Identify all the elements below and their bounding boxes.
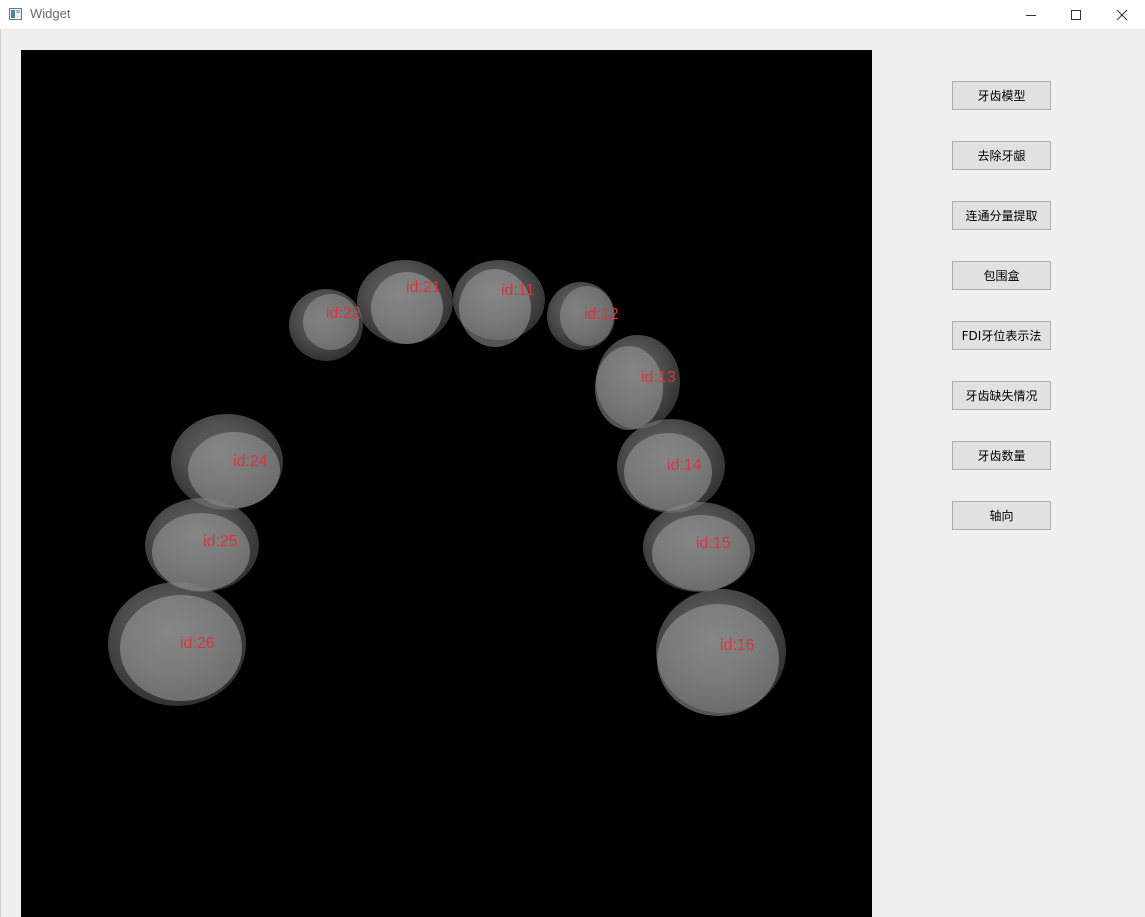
bounding-box-button[interactable]: 包围盒 <box>952 261 1051 290</box>
remove-gingiva-button[interactable]: 去除牙龈 <box>952 141 1051 170</box>
close-button[interactable] <box>1099 0 1145 30</box>
tooth-label: id:12 <box>584 306 619 323</box>
tooth-label: id:13 <box>641 369 676 386</box>
tooth-25: id:25 <box>145 498 259 592</box>
tooth-11: id:11 <box>453 260 545 347</box>
app-window-icon <box>9 8 22 20</box>
tooth-16: id:16 <box>656 589 786 716</box>
tooth-label: id:22 <box>326 305 361 322</box>
tooth-label: id:14 <box>667 457 702 474</box>
tooth-label: id:26 <box>180 635 215 652</box>
tooth-26: id:26 <box>108 582 246 706</box>
render-viewport[interactable]: id:22 id:21 id:11 id:12 id:13 id:24 id:1… <box>21 50 872 917</box>
maximize-button[interactable] <box>1053 0 1099 30</box>
tooth-label: id:25 <box>203 533 238 550</box>
close-icon <box>1116 9 1128 21</box>
axis-direction-button[interactable]: 轴向 <box>952 501 1051 530</box>
tooth-label: id:21 <box>406 279 441 296</box>
window-title: Widget <box>30 6 71 21</box>
tooth-12: id:12 <box>547 282 619 350</box>
tooth-22: id:22 <box>289 289 363 361</box>
tooth-label: id:11 <box>501 282 535 299</box>
tooth-label: id:16 <box>720 637 755 654</box>
connected-components-button[interactable]: 连通分量提取 <box>952 201 1051 230</box>
minimize-button[interactable] <box>1008 0 1054 30</box>
tooth-model-button[interactable]: 牙齿模型 <box>952 81 1051 110</box>
fdi-notation-button[interactable]: FDI牙位表示法 <box>952 321 1051 350</box>
maximize-icon <box>1071 10 1081 20</box>
dental-arch-render: id:22 id:21 id:11 id:12 id:13 id:24 id:1… <box>108 260 786 716</box>
tooth-label: id:24 <box>233 453 268 470</box>
tooth-21: id:21 <box>357 260 453 344</box>
tooth-24: id:24 <box>171 414 283 510</box>
tooth-14: id:14 <box>617 419 725 513</box>
title-bar: Widget <box>0 0 1145 30</box>
tooth-15: id:15 <box>643 502 755 592</box>
window-left-edge <box>0 30 1 917</box>
tooth-label: id:15 <box>696 535 731 552</box>
minimize-icon <box>1026 15 1036 16</box>
tooth-count-button[interactable]: 牙齿数量 <box>952 441 1051 470</box>
tooth-13: id:13 <box>595 335 680 430</box>
missing-teeth-button[interactable]: 牙齿缺失情况 <box>952 381 1051 410</box>
